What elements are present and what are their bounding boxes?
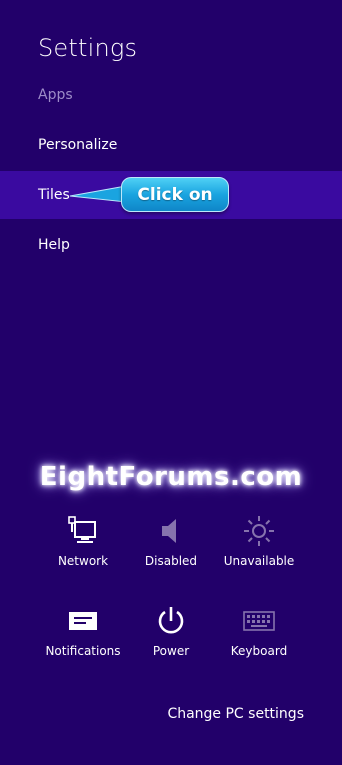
brightness-icon — [214, 514, 304, 548]
quick-setting-brightness[interactable]: Unavailable — [214, 514, 304, 568]
menu-item-personalize[interactable]: Personalize — [0, 121, 342, 169]
keyboard-label: Keyboard — [230, 644, 288, 658]
network-label: Network — [57, 554, 109, 568]
keyboard-icon — [214, 604, 304, 638]
quick-setting-power[interactable]: Power — [126, 604, 216, 658]
notifications-icon — [38, 604, 128, 638]
power-label: Power — [152, 644, 190, 658]
menu-item-help[interactable]: Help — [0, 221, 342, 269]
volume-label: Disabled — [144, 554, 198, 568]
brightness-label: Unavailable — [223, 554, 295, 568]
callout-pointer — [69, 185, 127, 203]
quick-setting-volume[interactable]: Disabled — [126, 514, 216, 568]
callout-click-on: Click on — [121, 177, 229, 212]
power-icon — [126, 604, 216, 638]
watermark-logo: EightForums.com — [39, 462, 303, 492]
network-icon — [38, 514, 128, 548]
quick-setting-keyboard[interactable]: Keyboard — [214, 604, 304, 658]
change-pc-settings-link[interactable]: Change PC settings — [167, 706, 304, 722]
section-label-apps: Apps — [38, 87, 73, 103]
panel-title: Settings — [38, 34, 138, 62]
volume-icon — [126, 514, 216, 548]
notifications-label: Notifications — [45, 644, 121, 658]
quick-setting-notifications[interactable]: Notifications — [38, 604, 128, 658]
quick-setting-network[interactable]: Network — [38, 514, 128, 568]
